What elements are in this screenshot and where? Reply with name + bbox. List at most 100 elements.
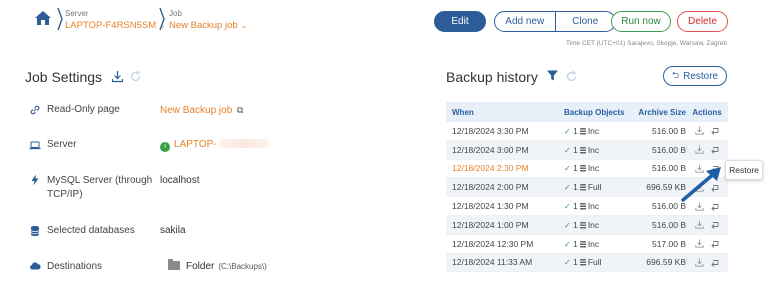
restore-icon: ⮌ [671,70,680,80]
breadcrumb-job-label: Job [169,9,182,18]
backup-time: 12/18/2024 2:30 PM [452,163,529,174]
check-icon: ✓ [564,220,571,230]
copy-icon[interactable]: ⧉ [237,105,243,115]
backup-objects: ✓ 1 Full [556,257,634,267]
breadcrumb-separator-icon [159,7,165,31]
backup-time: 12/18/2024 11:33 AM [452,257,533,268]
row-actions [686,145,728,155]
restore-tooltip: Restore [725,160,763,180]
table-row[interactable]: 12/18/2024 12:30 PM ✓ 1 Inc 517.00 B [446,235,728,254]
job-settings-title: Job Settings [25,69,103,85]
download-icon[interactable] [111,70,124,83]
database-icon [579,240,586,248]
breadcrumb-separator-icon [57,7,63,31]
bolt-icon [31,174,39,186]
filter-icon[interactable] [546,69,559,82]
download-icon[interactable] [695,258,704,267]
restore-button[interactable]: ⮌ Restore [663,66,727,86]
check-icon: ✓ [564,202,571,212]
backup-time: 12/18/2024 2:00 PM [452,182,529,193]
database-icon [30,225,40,237]
backup-time: 12/18/2024 3:30 PM [452,125,529,136]
database-icon [579,221,586,229]
database-icon [579,127,586,135]
backup-objects: ✓ 1 Inc [556,239,634,249]
table-row[interactable]: 12/18/2024 3:00 PM ✓ 1 Inc 516.00 B [446,140,728,160]
backup-type: Inc [587,125,600,136]
backup-history-title: Backup history [446,69,538,85]
download-icon[interactable] [695,239,704,248]
backup-type: Inc [587,219,600,230]
archive-size: 696.59 KB [646,257,686,268]
restore-icon[interactable] [710,239,719,248]
row-actions [686,258,728,267]
row-actions [686,220,728,230]
object-count: 1 [573,163,578,174]
server-value: i LAPTOP- [160,138,269,152]
laptop-icon [29,141,41,150]
link-icon [30,105,40,115]
restore-icon[interactable] [710,145,719,155]
column-header-when[interactable]: When [446,108,556,117]
archive-size: 517.00 B [651,238,686,249]
backup-objects: ✓ 1 Inc [556,220,634,230]
object-count: 1 [573,182,578,193]
backup-type: Inc [587,144,600,155]
archive-size: 516.00 B [651,201,686,212]
backup-objects: ✓ 1 Inc [556,201,634,211]
object-count: 1 [573,125,578,136]
destinations-value: Folder (C:\Backups\) [168,259,267,274]
table-row[interactable]: 12/18/2024 1:00 PM ✓ 1 Inc 516.00 B [446,215,728,235]
backup-type: Inc [587,238,600,249]
backup-time: 12/18/2024 3:00 PM [452,144,529,155]
timezone-label: Time CET (UTC+01) Sarajevo, Skopje, Wars… [565,40,727,47]
refresh-icon[interactable] [129,70,142,83]
read-only-page-value: New Backup job ⧉ [160,103,243,118]
breadcrumb-job-value[interactable]: New Backup job [169,20,238,31]
restore-icon[interactable] [710,126,719,136]
backup-objects: ✓ 1 Inc [556,126,634,136]
download-icon[interactable] [695,145,704,154]
object-count: 1 [573,201,578,212]
selected-databases-value: sakila [160,225,186,236]
chevron-down-icon[interactable]: ⌄ [241,21,248,30]
breadcrumb-job[interactable]: Job New Backup job ⌄ [169,9,247,33]
refresh-icon[interactable] [565,70,578,83]
restore-icon[interactable] [710,258,719,267]
column-header-backup-objects[interactable]: Backup Objects [556,108,634,117]
cloud-icon [30,262,41,270]
download-icon[interactable] [695,126,704,136]
archive-size: 696.59 KB [646,182,686,193]
download-icon[interactable] [695,220,704,230]
add-new-button[interactable]: Add new [495,12,556,31]
home-icon[interactable] [34,10,52,26]
table-header: When Backup Objects Archive Size Actions [446,102,728,122]
destination-type: Folder [186,261,215,272]
check-icon: ✓ [564,126,571,136]
pointer-arrow-icon [681,167,721,202]
column-header-archive-size[interactable]: Archive Size [634,108,686,117]
read-only-page-link[interactable]: New Backup job [160,105,232,116]
table-row[interactable]: 12/18/2024 3:30 PM ✓ 1 Inc 516.00 B [446,122,728,141]
row-actions [686,126,728,136]
server-link[interactable]: LAPTOP- [174,139,217,150]
breadcrumb-server[interactable]: Server LAPTOP-F4RSN5SM ⌄ [65,9,166,33]
restore-icon[interactable] [710,220,719,230]
delete-button[interactable]: Delete [677,11,728,32]
table-row[interactable]: 12/18/2024 11:33 AM ✓ 1 Full 696.59 KB [446,253,728,273]
backup-type: Inc [587,201,600,212]
archive-size: 516.00 B [651,125,686,136]
backup-objects: ✓ 1 Inc [556,145,634,155]
breadcrumb-server-value[interactable]: LAPTOP-F4RSN5SM [65,20,156,31]
database-icon [579,184,586,192]
destination-path: (C:\Backups\) [218,262,267,271]
run-now-button[interactable]: Run now [611,11,671,32]
clone-button[interactable]: Clone [556,12,616,31]
check-icon: ✓ [564,183,571,193]
database-icon [579,259,586,267]
column-header-actions: Actions [692,107,722,117]
archive-size: 516.00 B [651,163,686,174]
edit-button[interactable]: Edit [434,11,486,32]
mysql-server-label: MySQL Server (through TCP/IP) [47,175,153,200]
backup-time: 12/18/2024 1:30 PM [452,201,529,212]
